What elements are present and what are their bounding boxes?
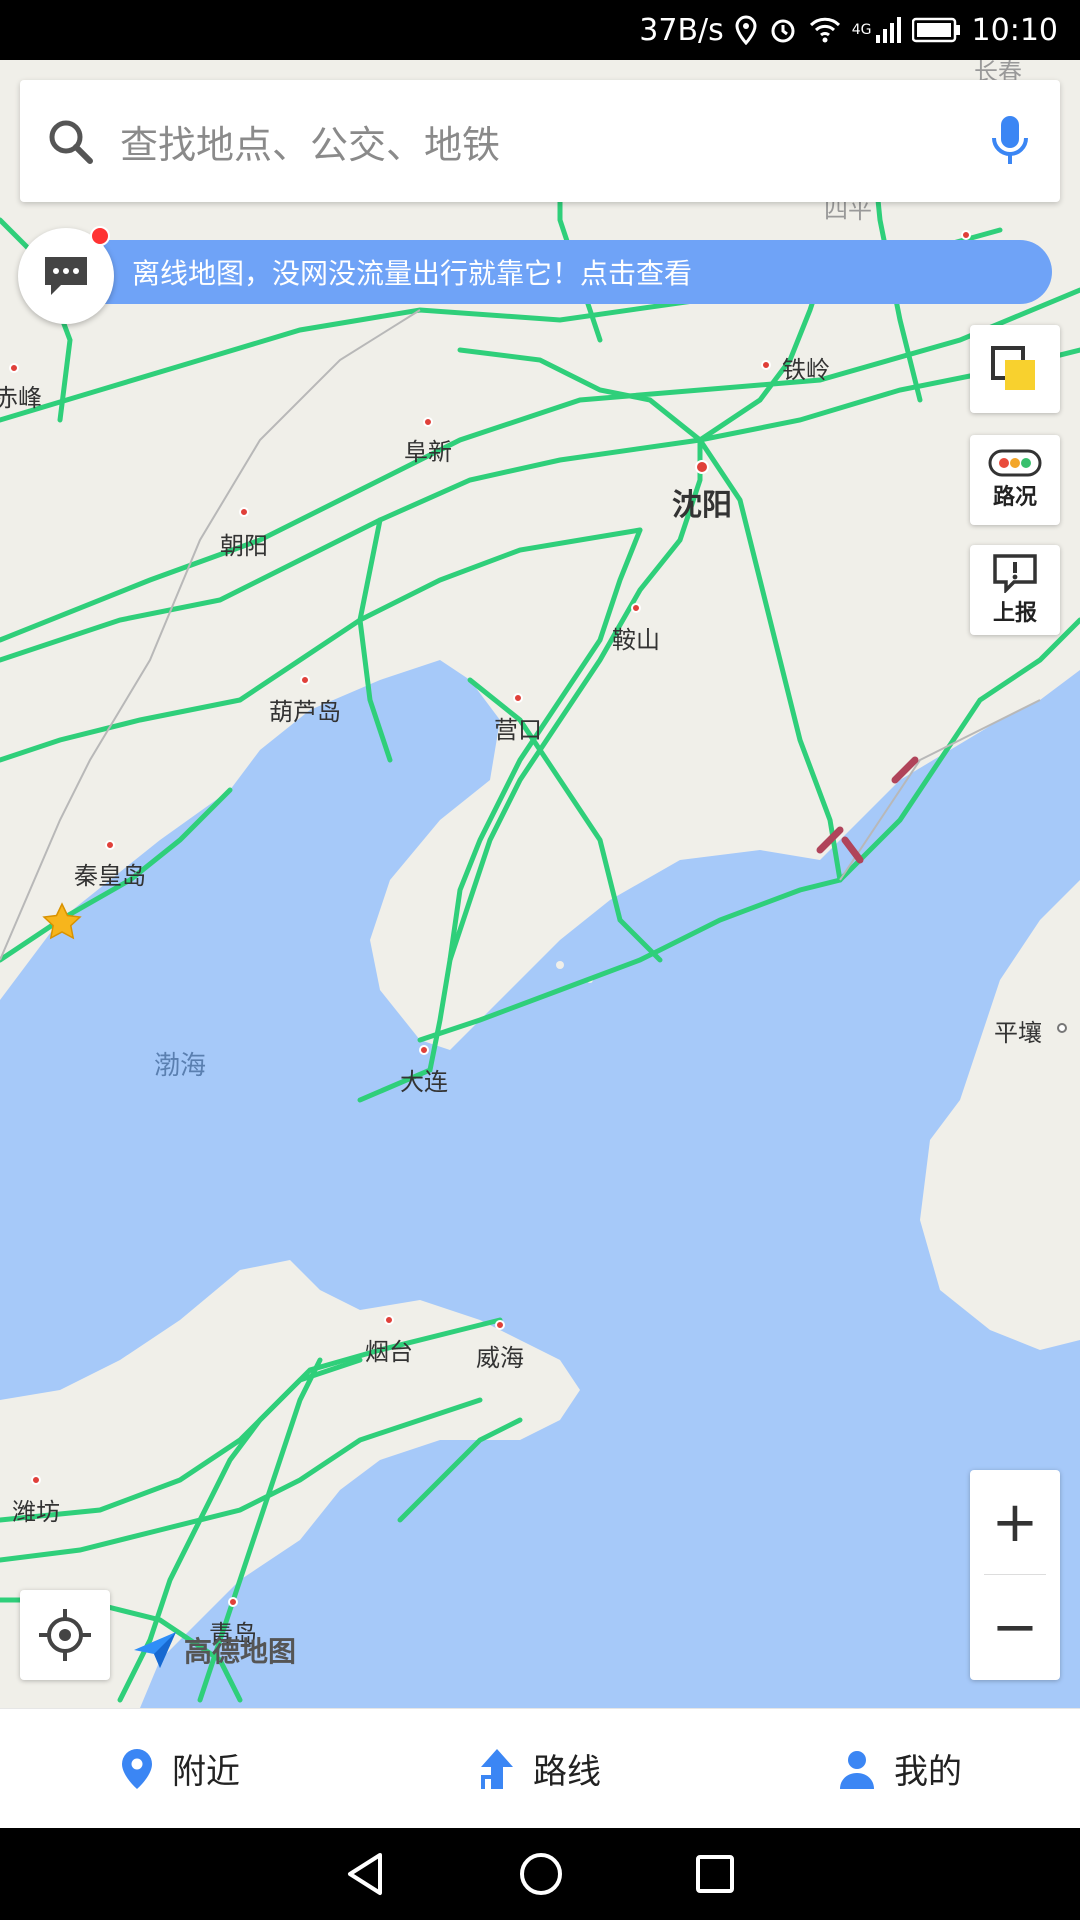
city-dot [239, 507, 249, 517]
city-dot [419, 1045, 429, 1055]
traffic-label: 路况 [992, 485, 1037, 510]
amap-logo-icon [134, 1632, 176, 1668]
city-label-qinhuangdao: 秦皇岛 [74, 862, 146, 890]
route-arrow-icon [481, 1748, 513, 1789]
zoom-divider [984, 1574, 1046, 1575]
city-label-dalian: 大连 [400, 1068, 448, 1096]
network-type: 4G [851, 22, 872, 38]
clock: 10:10 [971, 12, 1058, 48]
city-dot [1057, 1023, 1067, 1033]
city-label-chaoyang: 朝阳 [220, 532, 268, 560]
city-label-weifang: 潍坊 [12, 1498, 60, 1526]
city-dot [495, 1320, 505, 1330]
city-dot [761, 360, 771, 370]
alarm-icon [768, 15, 798, 45]
report-button[interactable]: 上报 [970, 545, 1060, 635]
city-label-fuxin: 阜新 [404, 438, 452, 466]
city-dot [423, 417, 433, 427]
city-dot [384, 1315, 394, 1325]
message-icon [45, 257, 87, 295]
home-icon[interactable] [518, 1851, 564, 1897]
city-dot [9, 363, 19, 373]
city-label-anshan: 鞍山 [612, 626, 660, 654]
back-icon[interactable] [344, 1851, 388, 1897]
layers-icon [991, 346, 1035, 390]
traffic-light-icon [988, 449, 1042, 477]
wifi-icon [808, 15, 842, 45]
recent-apps-icon[interactable] [694, 1853, 736, 1895]
city-dot [228, 1597, 238, 1607]
layers-button[interactable] [970, 325, 1060, 413]
tab-route-label: 路线 [533, 1752, 601, 1792]
city-dot [31, 1475, 41, 1485]
search-bar[interactable]: 查找地点、公交、地铁 [20, 80, 1060, 202]
city-dot [513, 693, 523, 703]
city-dot [300, 675, 310, 685]
city-label-pyongyang: 平壤 [994, 1019, 1042, 1047]
tab-route[interactable]: 路线 [360, 1709, 720, 1828]
city-label-chifeng: 赤峰 [0, 384, 42, 412]
city-label-huludao: 葫芦岛 [269, 698, 341, 726]
map-view[interactable]: 沈阳 铁岭 阜新 朝阳 鞍山 葫芦岛 营口 秦皇岛 大连 烟台 威海 潍坊 青岛… [0, 60, 1080, 1708]
notification-dot [90, 226, 110, 246]
map-canvas [0, 117, 1080, 1708]
traffic-button[interactable]: 路况 [970, 435, 1060, 525]
bottom-navigation: 附近 路线 我的 [0, 1708, 1080, 1828]
zoom-in-button[interactable]: + [970, 1470, 1060, 1575]
city-dot [961, 230, 971, 240]
battery-icon [911, 17, 962, 43]
sea-label-bohai: 渤海 [153, 1051, 207, 1081]
city-dot [105, 840, 115, 850]
location-pin-icon [122, 1748, 152, 1789]
city-label-yingkou: 营口 [494, 716, 542, 744]
signal-icon [874, 15, 902, 45]
sea-area [0, 660, 1080, 1708]
zoom-out-button[interactable]: − [970, 1575, 1060, 1680]
report-icon [993, 554, 1037, 593]
crosshair-icon [39, 1609, 91, 1661]
offline-map-banner[interactable]: 离线地图，没网没流量出行就靠它！点击查看 [70, 240, 1052, 304]
locate-me-button[interactable] [20, 1590, 110, 1680]
search-icon [20, 80, 120, 202]
status-bar: 37B/s 4G 10:10 [0, 0, 1080, 60]
city-label-yantai: 烟台 [365, 1338, 413, 1366]
banner-text: 离线地图，没网没流量出行就靠它！点击查看 [132, 257, 693, 290]
system-navigation-bar [0, 1828, 1080, 1920]
city-label-shenyang: 沈阳 [672, 488, 732, 523]
tab-mine-label: 我的 [894, 1752, 962, 1792]
report-label: 上报 [992, 601, 1037, 626]
tab-nearby[interactable]: 附近 [0, 1709, 360, 1828]
city-dot [631, 603, 641, 613]
tab-mine[interactable]: 我的 [720, 1709, 1080, 1828]
microphone-icon[interactable] [960, 80, 1060, 202]
brand-logo: 高德地图 [132, 1630, 296, 1670]
tab-nearby-label: 附近 [172, 1752, 240, 1792]
user-icon [840, 1750, 874, 1789]
location-status-icon [734, 15, 758, 45]
message-button[interactable] [18, 226, 114, 324]
city-label-tieling: 铁岭 [782, 356, 830, 384]
city-dot [695, 460, 709, 474]
brand-name: 高德地图 [184, 1635, 297, 1668]
search-input[interactable]: 查找地点、公交、地铁 [120, 114, 960, 169]
network-speed: 37B/s [639, 12, 724, 48]
zoom-control: + − [970, 1470, 1060, 1680]
city-label-weihai: 威海 [476, 1344, 524, 1372]
